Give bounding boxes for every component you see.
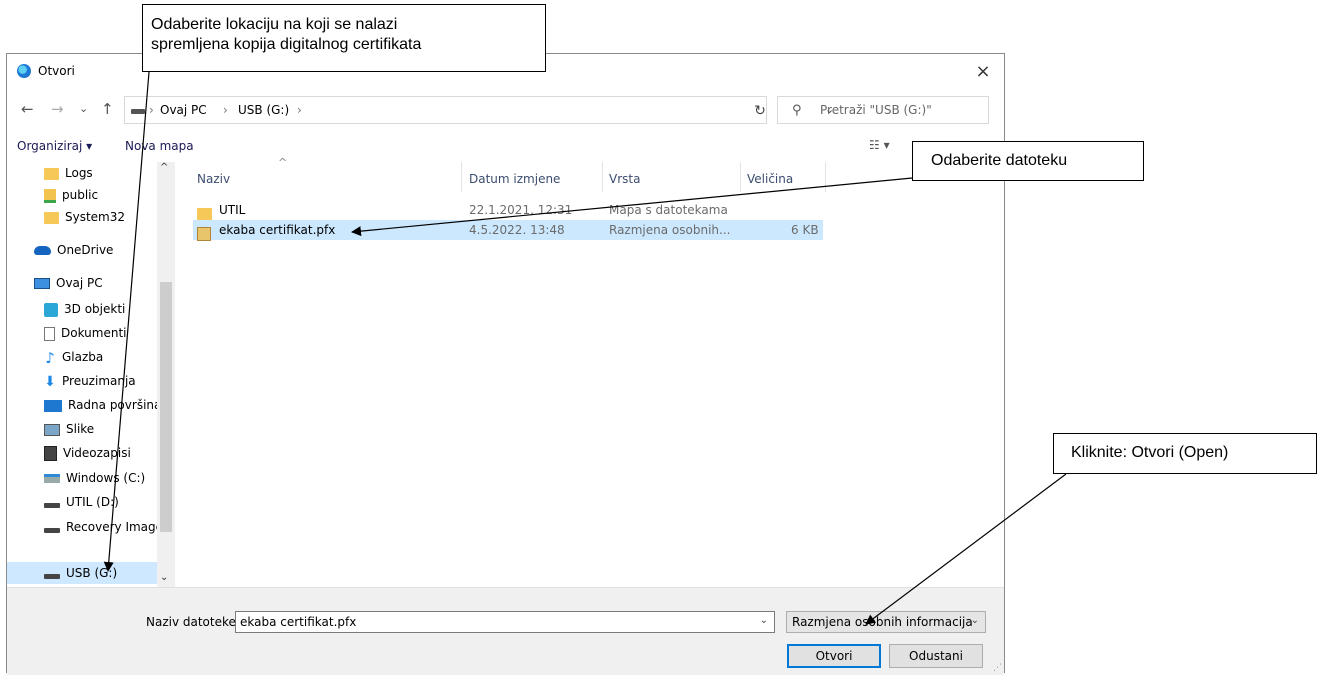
arrow-to-certificate-file: [351, 177, 913, 237]
arrow-to-open-button: [865, 473, 1067, 625]
annotation-arrows: [103, 71, 1067, 625]
arrow-to-usb-drive: [103, 71, 150, 572]
